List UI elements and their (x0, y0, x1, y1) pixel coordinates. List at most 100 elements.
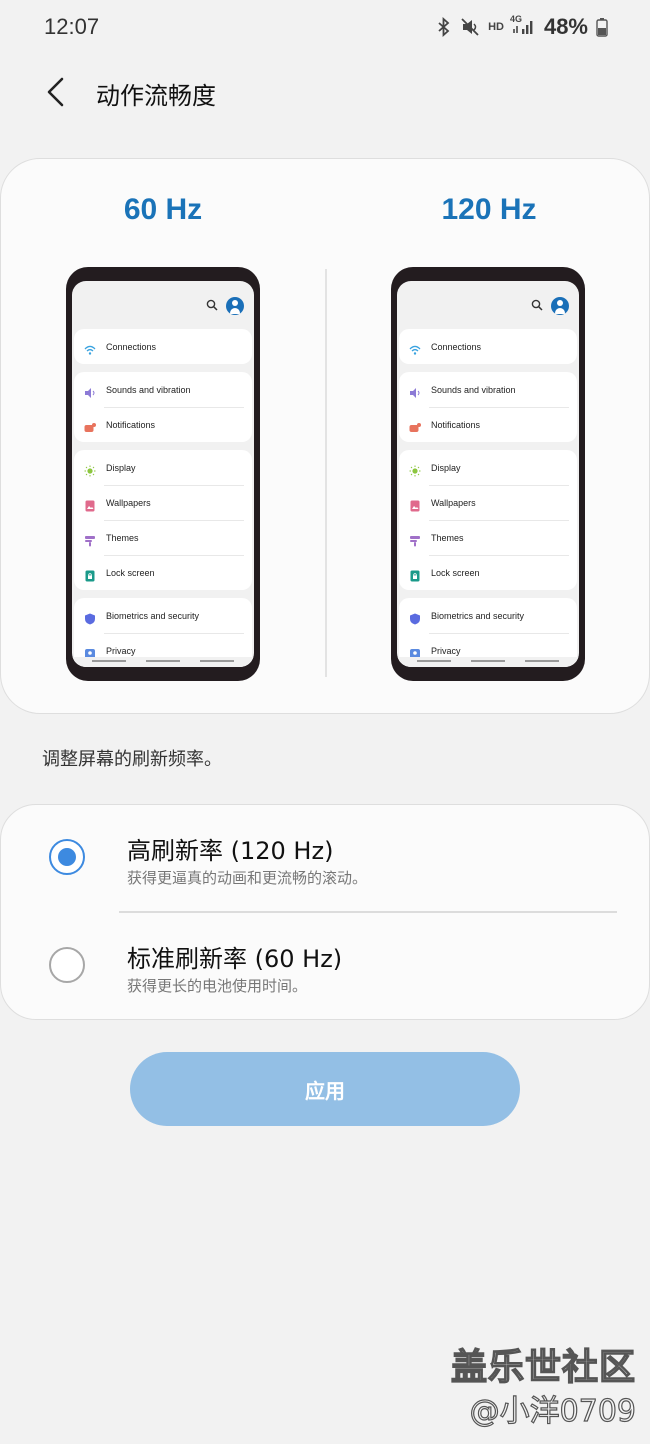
mini-settings-item: Notifications (399, 407, 577, 442)
mini-settings-item: Sounds and vibration (74, 372, 252, 407)
option-high-subtitle: 获得更逼真的动画和更流畅的滚动。 (127, 869, 368, 887)
wallpaper-icon (84, 497, 96, 511)
mini-settings-group: Sounds and vibration Notifications (74, 372, 252, 442)
refresh-rate-preview-card: 60 Hz 120 Hz Connections Sounds and vibra… (0, 158, 650, 714)
mini-toolbar (397, 281, 579, 329)
mini-settings-item: Biometrics and security (399, 598, 577, 633)
themes-icon (84, 532, 96, 546)
mini-settings-group: Connections (399, 329, 577, 364)
mini-settings-item: Sounds and vibration (399, 372, 577, 407)
mini-settings-group: Connections (74, 329, 252, 364)
mini-settings-label: Biometrics and security (106, 610, 200, 621)
preview-divider (325, 269, 327, 677)
apply-button[interactable]: 应用 (130, 1052, 520, 1126)
preview-label-60hz: 60 Hz (123, 193, 203, 226)
mini-settings-label: Connections (431, 341, 482, 352)
back-button[interactable] (36, 70, 76, 114)
lock-icon (409, 567, 421, 581)
mini-settings-label: Themes (431, 532, 464, 543)
status-bar: 12:07 HD 4G 48% (0, 0, 650, 56)
mini-settings-label: Privacy (431, 645, 461, 656)
search-icon (531, 299, 543, 311)
mini-navigation-bar (397, 657, 579, 667)
mini-settings-label: Sounds and vibration (431, 384, 516, 395)
page-title: 动作流畅度 (96, 82, 216, 110)
preview-label-120hz: 120 Hz (441, 193, 537, 226)
mini-settings-group: Sounds and vibration Notifications (399, 372, 577, 442)
mini-settings-item: Display (74, 450, 252, 485)
mini-settings-item: Connections (399, 329, 577, 364)
wifi-icon (84, 341, 96, 355)
account-avatar-icon (226, 297, 244, 315)
mute-icon (460, 17, 480, 37)
privacy-icon (84, 645, 96, 659)
option-standard-refresh[interactable]: 标准刷新率 (60 Hz) 获得更长的电池使用时间。 (1, 913, 650, 1021)
mini-settings-label: Notifications (106, 419, 156, 430)
themes-icon (409, 532, 421, 546)
sun-icon (84, 462, 96, 476)
mini-settings-item: Lock screen (399, 555, 577, 590)
mini-settings-label: Display (431, 462, 461, 473)
mini-settings-label: Lock screen (106, 567, 155, 578)
lock-icon (84, 567, 96, 581)
mini-toolbar (72, 281, 254, 329)
refresh-rate-options: 高刷新率 (120 Hz) 获得更逼真的动画和更流畅的滚动。 标准刷新率 (60… (0, 804, 650, 1020)
battery-percentage: 48% (543, 14, 588, 39)
speaker-icon (409, 384, 421, 398)
shield-icon (409, 610, 421, 624)
radio-standard-refresh[interactable] (49, 947, 85, 983)
mini-settings-item: Wallpapers (74, 485, 252, 520)
mini-settings-label: Connections (106, 341, 157, 352)
mini-settings-item: Connections (74, 329, 252, 364)
option-standard-subtitle: 获得更长的电池使用时间。 (127, 977, 308, 995)
network-4g-label: 4G (509, 14, 522, 24)
mini-settings-group: Display Wallpapers Themes Lock screen (74, 450, 252, 590)
search-icon (206, 299, 218, 311)
mini-settings-label: Privacy (106, 645, 136, 656)
mini-settings-item: Themes (74, 520, 252, 555)
phone-preview-120hz: Connections Sounds and vibration Notificat… (391, 267, 585, 681)
mini-settings-label: Themes (106, 532, 139, 543)
wallpaper-icon (409, 497, 421, 511)
mini-settings-label: Lock screen (431, 567, 480, 578)
signal-icon: 4G (509, 14, 536, 37)
mini-settings-label: Biometrics and security (431, 610, 525, 621)
watermark-community: 盖乐世社区 (450, 1346, 636, 1388)
mini-navigation-bar (72, 657, 254, 667)
mini-settings-item: Notifications (74, 407, 252, 442)
option-high-title: 高刷新率 (120 Hz) (127, 837, 334, 865)
mini-settings-item: Display (399, 450, 577, 485)
option-standard-title: 标准刷新率 (60 Hz) (127, 945, 343, 973)
status-time: 12:07 (44, 14, 100, 39)
notification-icon (409, 419, 421, 432)
mini-settings-item: Themes (399, 520, 577, 555)
chevron-left-icon (47, 77, 64, 107)
status-icons: HD 4G 48% (436, 14, 608, 40)
description-text: 调整屏幕的刷新频率。 (42, 749, 222, 770)
phone-screen: Connections Sounds and vibration Notificat… (72, 281, 254, 667)
mini-settings-label: Notifications (431, 419, 481, 430)
shield-icon (84, 610, 96, 624)
mini-settings-item: Lock screen (74, 555, 252, 590)
mini-settings-item: Wallpapers (399, 485, 577, 520)
bluetooth-icon (436, 17, 452, 37)
privacy-icon (409, 645, 421, 659)
notification-icon (84, 419, 96, 432)
phone-screen: Connections Sounds and vibration Notificat… (397, 281, 579, 667)
sun-icon (409, 462, 421, 476)
account-avatar-icon (551, 297, 569, 315)
phone-preview-60hz: Connections Sounds and vibration Notificat… (66, 267, 260, 681)
mini-settings-label: Wallpapers (106, 497, 151, 508)
battery-icon (596, 17, 608, 37)
mini-settings-group: Display Wallpapers Themes Lock screen (399, 450, 577, 590)
mini-settings-label: Sounds and vibration (106, 384, 191, 395)
mini-settings-label: Wallpapers (431, 497, 476, 508)
option-high-refresh[interactable]: 高刷新率 (120 Hz) 获得更逼真的动画和更流畅的滚动。 (1, 805, 650, 913)
mini-settings-item: Biometrics and security (74, 598, 252, 633)
speaker-icon (84, 384, 96, 398)
watermark-user: @小洋0709 (469, 1393, 637, 1429)
hd-icon: HD (488, 21, 504, 33)
radio-high-refresh-selected[interactable] (49, 839, 85, 875)
wifi-icon (409, 341, 421, 355)
mini-settings-label: Display (106, 462, 136, 473)
